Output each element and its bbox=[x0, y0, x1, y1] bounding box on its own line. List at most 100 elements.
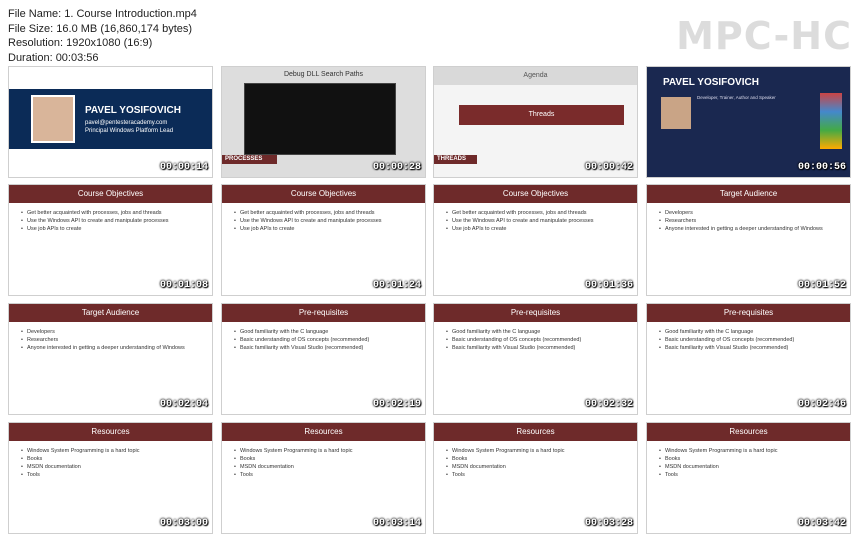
bullet-line: Tools bbox=[21, 471, 202, 479]
slide-body: Get better acquainted with processes, jo… bbox=[434, 203, 637, 233]
timestamp: 00:02:04 bbox=[159, 399, 208, 410]
slide-title: Course Objectives bbox=[434, 185, 637, 203]
bullet-line: MSDN documentation bbox=[21, 463, 202, 471]
timestamp: 00:03:42 bbox=[797, 518, 846, 529]
file-name: File Name: 1. Course Introduction.mp4 bbox=[8, 8, 197, 20]
thumbnail[interactable]: Target AudienceDevelopersResearchersAnyo… bbox=[8, 303, 213, 415]
slide-body: Get better acquainted with processes, jo… bbox=[222, 203, 425, 233]
thumbnail[interactable]: Pre-requisitesGood familiarity with the … bbox=[646, 303, 851, 415]
bullet-line: Books bbox=[234, 455, 415, 463]
timestamp: 00:00:14 bbox=[159, 162, 208, 173]
resolution: Resolution: 1920x1080 (16:9) bbox=[8, 37, 153, 49]
bullet-line: Tools bbox=[659, 471, 840, 479]
slide-title: Debug DLL Search Paths bbox=[283, 71, 364, 78]
timestamp: 00:00:56 bbox=[797, 162, 846, 173]
thumbnail[interactable]: Pre-requisitesGood familiarity with the … bbox=[221, 303, 426, 415]
slide-title: Resources bbox=[222, 423, 425, 441]
bullet-line: Basic familiarity with Visual Studio (re… bbox=[659, 344, 840, 352]
bullet-line: Tools bbox=[446, 471, 627, 479]
thumbnail[interactable]: Course Objectives Get better acquainted w… bbox=[221, 184, 426, 296]
slide-title: Resources bbox=[9, 423, 212, 441]
slide-body: Windows System Programming is a hard top… bbox=[9, 441, 212, 479]
bullet-line: Books bbox=[659, 455, 840, 463]
section-label: PROCESSES bbox=[222, 155, 277, 164]
thumbnail[interactable]: Resources Windows System Programming is a… bbox=[221, 422, 426, 534]
bullet-line: Use job APIs to create bbox=[446, 225, 627, 233]
bullet-line: Good familiarity with the C language bbox=[234, 328, 415, 336]
slide-title: Pre-requisites bbox=[647, 304, 850, 322]
duration: Duration: 00:03:56 bbox=[8, 51, 99, 64]
file-size: File Size: 16.0 MB (16,860,174 bytes) bbox=[8, 22, 193, 35]
slide-body: Windows System Programming is a hard top… bbox=[222, 441, 425, 479]
bullet-line: MSDN documentation bbox=[234, 463, 415, 471]
bullet-line: Researchers bbox=[659, 217, 840, 225]
presenter-name: PAVEL YOSIFOVICH bbox=[663, 77, 759, 88]
bullet-line: Researchers bbox=[21, 336, 202, 344]
bullet-line: Good familiarity with the C language bbox=[446, 328, 627, 336]
bullet-line: Developers bbox=[21, 328, 202, 336]
bullet-line: Get better acquainted with processes, jo… bbox=[21, 209, 202, 217]
slide-title: Target Audience bbox=[647, 185, 850, 203]
thumbnail[interactable]: Resources Windows System Programming is a… bbox=[433, 422, 638, 534]
bullet-line: Anyone interested in getting a deeper un… bbox=[21, 344, 202, 352]
bullet-line: Basic understanding of OS concepts (reco… bbox=[446, 336, 627, 344]
bullet-line: Use the Windows API to create and manipu… bbox=[234, 217, 415, 225]
mpc-hc-logo: MPC-HC bbox=[676, 14, 852, 58]
bullet-line: Get better acquainted with processes, jo… bbox=[446, 209, 627, 217]
thumbnail[interactable]: Resources Windows System Programming is a… bbox=[646, 422, 851, 534]
bullet-line: Windows System Programming is a hard top… bbox=[234, 447, 415, 455]
slide-title: Target Audience bbox=[9, 304, 212, 322]
slide-title: Pre-requisites bbox=[434, 304, 637, 322]
thumbnail[interactable]: Course Objectives Get better acquainted w… bbox=[8, 184, 213, 296]
slide-title: Resources bbox=[434, 423, 637, 441]
slide-title: Agenda bbox=[434, 67, 637, 85]
slide-body: Good familiarity with the C languageBasi… bbox=[222, 322, 425, 352]
thumbnail[interactable]: PAVEL YOSIFOVICH Developer, Trainer, Aut… bbox=[646, 66, 851, 178]
slide-title: Course Objectives bbox=[222, 185, 425, 203]
highlight-box: Threads bbox=[459, 105, 624, 125]
thumbnail[interactable]: Target AudienceDevelopersResearchersAnyo… bbox=[646, 184, 851, 296]
bullet-line: Books bbox=[446, 455, 627, 463]
timestamp: 00:01:24 bbox=[372, 280, 421, 291]
bullet-line: Good familiarity with the C language bbox=[659, 328, 840, 336]
timestamp: 00:03:00 bbox=[159, 518, 208, 529]
bullet-line: Windows System Programming is a hard top… bbox=[21, 447, 202, 455]
slide-title: Resources bbox=[647, 423, 850, 441]
bullet-line: Basic understanding of OS concepts (reco… bbox=[234, 336, 415, 344]
presenter-role: Developer, Trainer, Author and Speaker bbox=[697, 95, 776, 100]
thumbnail[interactable]: Pre-requisites Good familiarity with the … bbox=[433, 303, 638, 415]
bullet-line: Basic understanding of OS concepts (reco… bbox=[659, 336, 840, 344]
slide-body: Windows System Programming is a hard top… bbox=[647, 441, 850, 479]
bullet-line: MSDN documentation bbox=[659, 463, 840, 471]
thumbnail[interactable]: PAVEL YOSIFOVICH pavel@pentesteracademy.… bbox=[8, 66, 213, 178]
timestamp: 00:02:46 bbox=[797, 399, 846, 410]
terminal-window bbox=[244, 83, 396, 155]
timestamp: 00:00:28 bbox=[372, 162, 421, 173]
section-label: THREADS bbox=[434, 155, 477, 164]
timestamp: 00:01:08 bbox=[159, 280, 208, 291]
bullet-line: Get better acquainted with processes, jo… bbox=[234, 209, 415, 217]
bullet-line: Books bbox=[21, 455, 202, 463]
presenter-name: PAVEL YOSIFOVICH bbox=[85, 105, 181, 116]
thumbnail[interactable]: Course Objectives Get better acquainted w… bbox=[433, 184, 638, 296]
slide-title: Course Objectives bbox=[9, 185, 212, 203]
slide-body: DevelopersResearchersAnyone interested i… bbox=[647, 203, 850, 233]
bullet-line: Use the Windows API to create and manipu… bbox=[446, 217, 627, 225]
timestamp: 00:01:36 bbox=[584, 280, 633, 291]
thumbnail-grid: PAVEL YOSIFOVICH pavel@pentesteracademy.… bbox=[0, 66, 860, 543]
presenter-photo bbox=[661, 97, 691, 129]
slide-title: Pre-requisites bbox=[222, 304, 425, 322]
thumbnail[interactable]: Debug DLL Search Paths PROCESSES 00:00:2… bbox=[221, 66, 426, 178]
thumbnail[interactable]: Agenda Threads THREADS 00:00:42 bbox=[433, 66, 638, 178]
slide-body: Good familiarity with the C languageBasi… bbox=[647, 322, 850, 352]
bullet-line: Anyone interested in getting a deeper un… bbox=[659, 225, 840, 233]
thumbnail[interactable]: Resources Windows System Programming is a… bbox=[8, 422, 213, 534]
bullet-line: MSDN documentation bbox=[446, 463, 627, 471]
timestamp: 00:00:42 bbox=[584, 162, 633, 173]
presenter-details: pavel@pentesteracademy.com Principal Wind… bbox=[85, 120, 174, 134]
bullet-line: Basic familiarity with Visual Studio (re… bbox=[446, 344, 627, 352]
timestamp: 00:02:32 bbox=[584, 399, 633, 410]
slide-body: DevelopersResearchersAnyone interested i… bbox=[9, 322, 212, 352]
bullet-line: Use job APIs to create bbox=[21, 225, 202, 233]
bullet-line: Basic familiarity with Visual Studio (re… bbox=[234, 344, 415, 352]
